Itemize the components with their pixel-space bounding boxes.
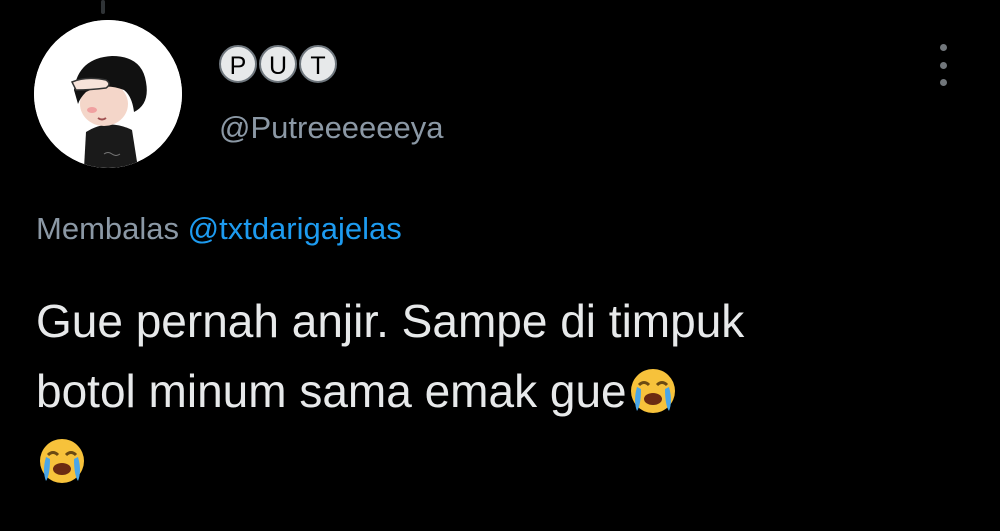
thread-connector-line (101, 0, 105, 14)
more-vertical-icon (939, 79, 947, 86)
name-letter: U (259, 45, 297, 83)
loudly-crying-face-icon (36, 435, 88, 487)
loudly-crying-face-icon (627, 365, 679, 417)
more-vertical-icon (939, 61, 947, 69)
avatar-cartoon-icon (34, 20, 182, 168)
avatar[interactable] (34, 20, 182, 168)
more-vertical-icon (939, 44, 947, 51)
name-letter: T (299, 45, 337, 83)
more-options-button[interactable] (932, 44, 954, 86)
tweet-text-line: Gue pernah anjir. Sampe di timpuk (36, 295, 745, 347)
tweet-text: Gue pernah anjir. Sampe di timpuk botol … (36, 286, 981, 496)
reply-prefix: Membalas (36, 211, 179, 246)
reply-mention-link[interactable]: @txtdarigajelas (188, 211, 402, 246)
tweet-text-line: botol minum sama emak gue (36, 365, 627, 417)
author-handle[interactable]: @Putreeeeeeya (219, 110, 444, 146)
author-display-name[interactable]: P U T (219, 44, 337, 84)
name-letter: P (219, 45, 257, 83)
reply-context: Membalas @txtdarigajelas (36, 211, 402, 247)
